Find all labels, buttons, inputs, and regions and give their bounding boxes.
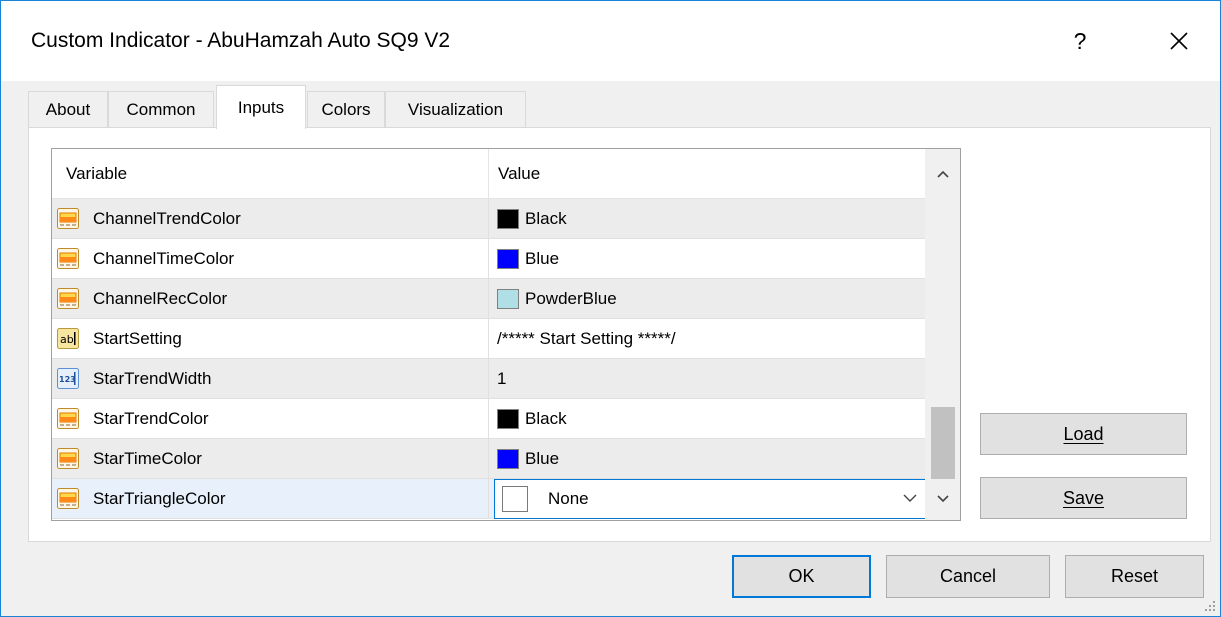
color-icon (57, 488, 79, 509)
color-swatch (502, 486, 528, 512)
grid-header: Variable Value (52, 149, 925, 199)
value-text: Blue (525, 248, 560, 268)
tab-about[interactable]: About (28, 91, 108, 127)
value-text: 1 (497, 368, 507, 388)
tab-colors[interactable]: Colors (307, 91, 385, 127)
scroll-down-button[interactable] (925, 479, 960, 519)
scroll-up-button[interactable] (925, 154, 960, 194)
value-cell[interactable]: PowderBlue (489, 279, 925, 318)
load-button-label: Load (1063, 423, 1104, 444)
window-title: Custom Indicator - AbuHamzah Auto SQ9 V2 (31, 29, 451, 52)
color-swatch (497, 208, 519, 229)
column-header-value[interactable]: Value (489, 149, 925, 199)
save-button[interactable]: Save (980, 477, 1187, 519)
load-button[interactable]: Load (980, 413, 1187, 455)
reset-button[interactable]: Reset (1065, 555, 1204, 598)
string-icon: ab (57, 328, 79, 349)
value-cell[interactable]: Black (489, 199, 925, 238)
ok-button[interactable]: OK (732, 555, 871, 598)
value-text: Blue (525, 448, 560, 468)
scroll-thumb[interactable] (931, 407, 955, 479)
value-cell[interactable]: Black (489, 399, 925, 438)
chevron-down-icon (936, 495, 949, 503)
variable-cell[interactable]: 123 StarTrendWidth (52, 359, 489, 398)
variable-cell[interactable]: ChannelTrendColor (52, 199, 489, 238)
color-swatch (497, 448, 519, 469)
color-swatch (497, 248, 519, 269)
variable-name: StartSetting (93, 328, 182, 348)
title-bar: Custom Indicator - AbuHamzah Auto SQ9 V2… (1, 1, 1220, 81)
variable-name: StarTimeColor (93, 448, 202, 468)
close-icon (1170, 32, 1188, 50)
value-text: PowderBlue (525, 288, 617, 308)
variable-cell[interactable]: StarTrendColor (52, 399, 489, 438)
dropdown-value: None (548, 489, 589, 508)
svg-text:123: 123 (59, 375, 76, 384)
variable-name: ChannelTrendColor (93, 208, 241, 228)
variable-name: StarTrendWidth (93, 368, 212, 388)
color-swatch (497, 288, 519, 309)
tab-inputs[interactable]: Inputs (216, 85, 306, 129)
color-icon (57, 208, 79, 229)
variable-cell[interactable]: ChannelTimeColor (52, 239, 489, 278)
color-swatch (497, 408, 519, 429)
save-button-label: Save (1062, 487, 1105, 508)
dialog-window: Custom Indicator - AbuHamzah Auto SQ9 V2… (0, 0, 1221, 617)
variable-name: ChannelTimeColor (93, 248, 235, 268)
grid-row-selected[interactable]: StarTriangleColor None (52, 479, 926, 519)
variable-cell[interactable]: ab StartSetting (52, 319, 489, 358)
tab-visualization[interactable]: Visualization (385, 91, 526, 127)
variable-name: ChannelRecColor (93, 288, 228, 308)
value-text: Black (525, 208, 567, 228)
vertical-scrollbar[interactable] (925, 149, 960, 520)
grid-row[interactable]: ChannelTrendColor Black (52, 199, 925, 239)
grid-row[interactable]: ChannelTimeColor Blue (52, 239, 925, 279)
tab-common[interactable]: Common (108, 91, 214, 127)
value-text: /***** Start Setting *****/ (497, 328, 676, 348)
color-icon (57, 288, 79, 309)
grid-row[interactable]: ab StartSetting /***** Start Setting ***… (52, 319, 925, 359)
color-icon (57, 448, 79, 469)
resize-grip-icon[interactable] (1202, 598, 1216, 612)
value-cell[interactable]: 1 (489, 359, 925, 398)
integer-icon: 123 (57, 368, 79, 389)
variable-name: StarTrendColor (93, 408, 209, 428)
grid-row[interactable]: StarTimeColor Blue (52, 439, 925, 479)
color-icon (57, 248, 79, 269)
close-button[interactable] (1151, 17, 1207, 65)
inputs-grid: Variable Value ChannelTrendColor Black C… (51, 148, 961, 521)
variable-name: StarTriangleColor (93, 488, 226, 508)
grid-row[interactable]: ChannelRecColor PowderBlue (52, 279, 925, 319)
color-icon (57, 408, 79, 429)
help-button[interactable]: ? (1052, 17, 1108, 65)
value-text: Black (525, 408, 567, 428)
cancel-button[interactable]: Cancel (886, 555, 1050, 598)
chevron-down-icon[interactable] (901, 488, 919, 508)
column-header-variable[interactable]: Variable (52, 149, 489, 199)
variable-cell[interactable]: ChannelRecColor (52, 279, 489, 318)
variable-cell[interactable]: StarTriangleColor (52, 479, 489, 518)
value-cell[interactable]: Blue (489, 239, 925, 278)
grid-row[interactable]: 123 StarTrendWidth 1 (52, 359, 925, 399)
grid-row[interactable]: StarTrendColor Black (52, 399, 925, 439)
variable-cell[interactable]: StarTimeColor (52, 439, 489, 478)
value-cell[interactable]: /***** Start Setting *****/ (489, 319, 925, 358)
value-cell[interactable]: Blue (489, 439, 925, 478)
svg-text:ab: ab (60, 333, 74, 346)
color-dropdown[interactable]: None (494, 479, 926, 519)
chevron-up-icon (936, 170, 949, 178)
